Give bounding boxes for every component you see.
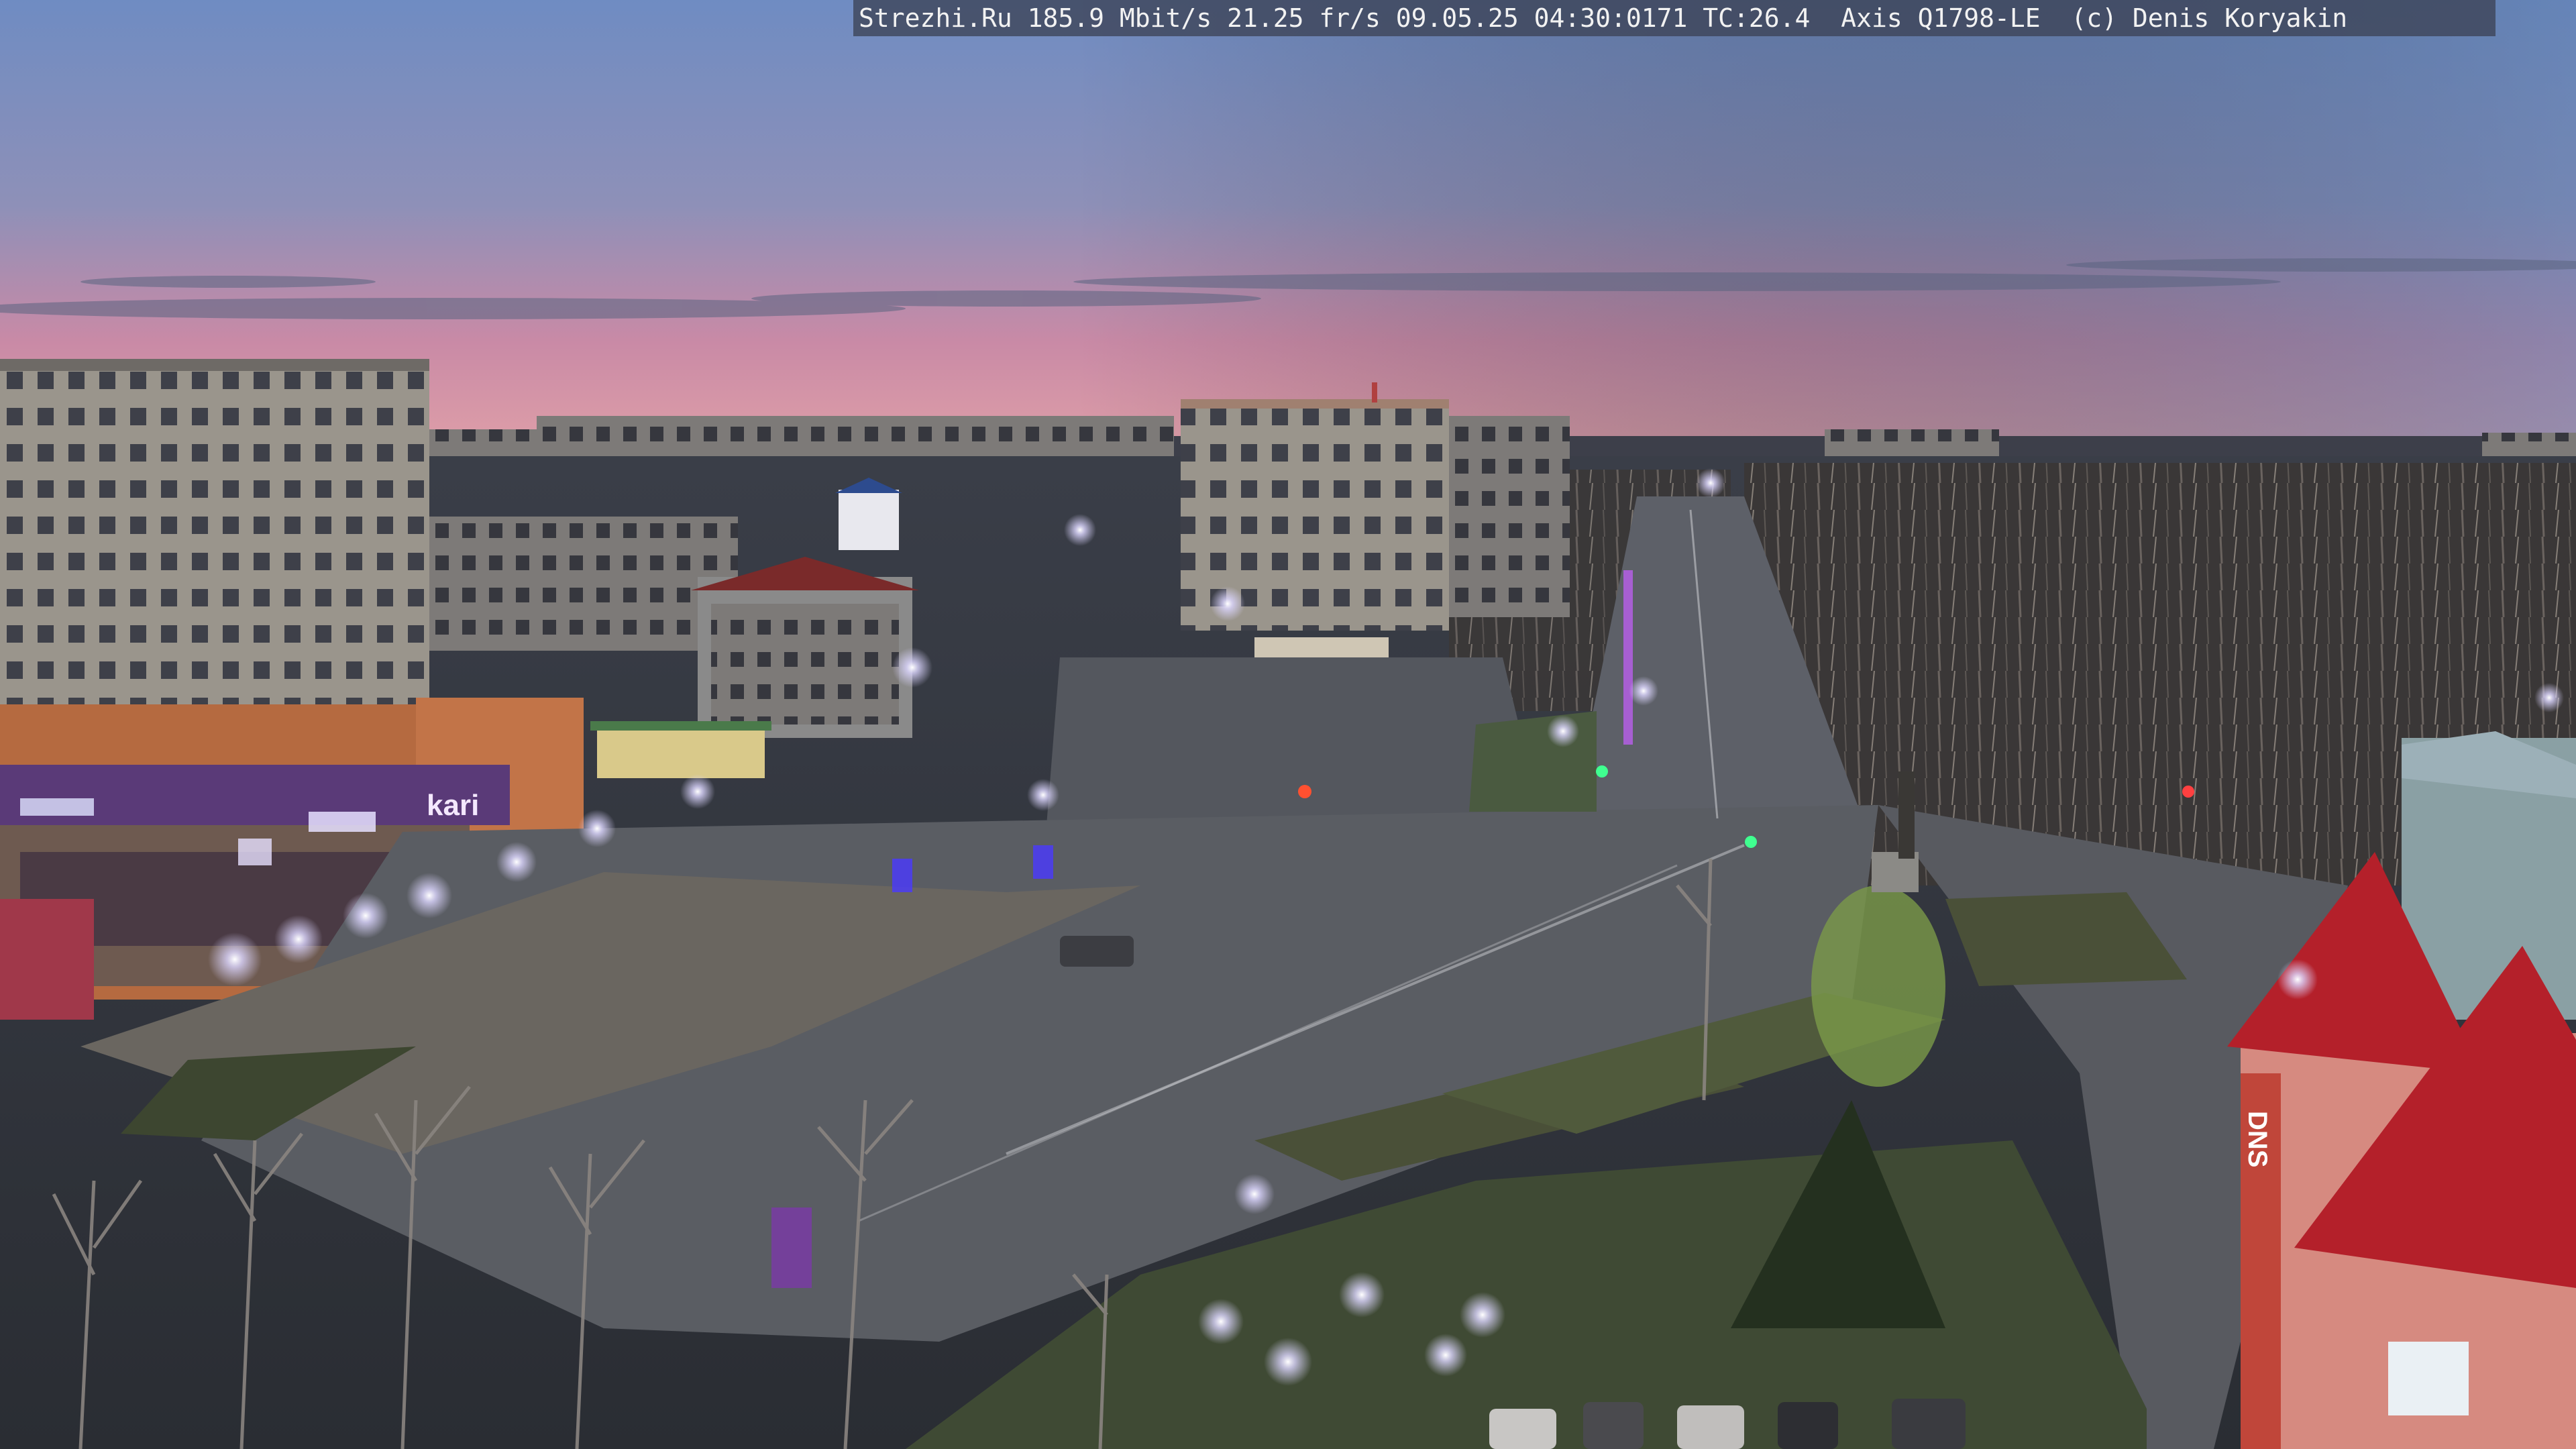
sky-blue-tint	[1073, 0, 2576, 456]
green-birch	[1811, 885, 1945, 1087]
kiosk	[597, 724, 765, 778]
kari-store-sign: kari	[427, 789, 479, 822]
webcam-scene: kari DNS	[0, 0, 2576, 1449]
car-on-road	[1060, 936, 1134, 967]
camera-overlay-text: Strezhi.Ru 185.9 Mbit/s 21.25 fr/s 09.05…	[853, 0, 2496, 36]
dns-store-sign: DNS	[2243, 1111, 2272, 1167]
